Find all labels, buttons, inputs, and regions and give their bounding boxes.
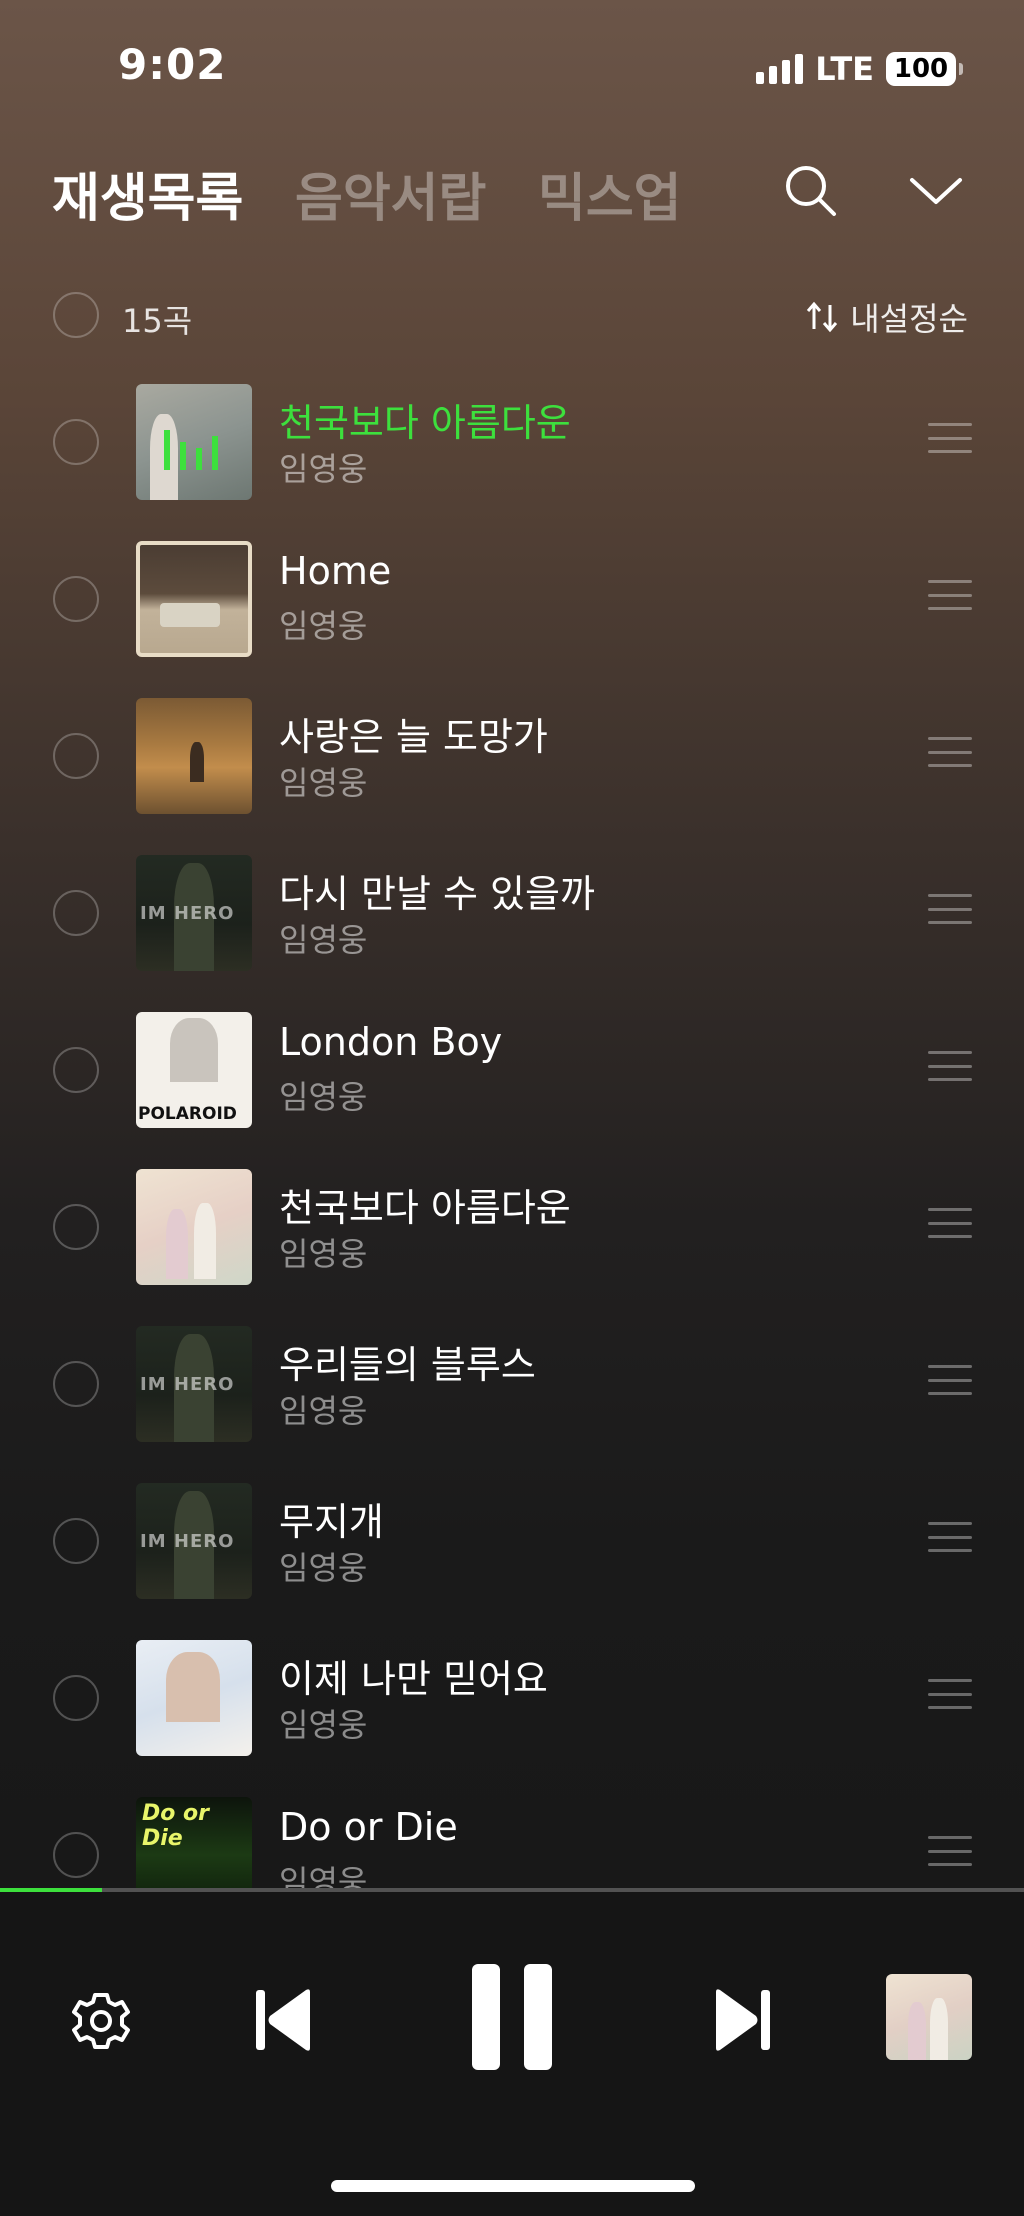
album-art: IM HERO [136,855,252,971]
track-title: 이제 나만 믿어요 [279,1657,548,1701]
drag-handle-icon[interactable] [928,1522,972,1552]
track-count: 15곡 [122,302,193,340]
signal-icon [756,54,804,84]
album-art [136,1169,252,1285]
tab-playlist[interactable]: 재생목록 [52,156,243,231]
battery-icon: 100 [886,52,963,86]
equalizer-icon [164,430,218,470]
track-checkbox[interactable] [53,1518,99,1564]
track-title: 사랑은 늘 도망가 [279,715,548,759]
track-artist: 임영웅 [279,450,368,488]
now-playing-album-art[interactable] [886,1974,972,2060]
battery-level: 100 [893,54,949,84]
track-title: 천국보다 아름다운 [279,1186,571,1230]
track-artist: 임영웅 [279,921,368,959]
drag-handle-icon[interactable] [928,1679,972,1709]
track-artist: 임영웅 [279,1392,368,1430]
tab-mixup[interactable]: 믹스업 [538,156,682,231]
list-item[interactable]: 이제 나만 믿어요 임영웅 [0,1634,1024,1791]
track-checkbox[interactable] [53,576,99,622]
list-item[interactable]: IM HERO 무지개 임영웅 [0,1477,1024,1634]
list-item[interactable]: Home 임영웅 [0,535,1024,692]
track-artist: 임영웅 [279,1863,368,1888]
status-bar: 9:02 LTE 100 [0,0,1024,130]
drag-handle-icon[interactable] [928,423,972,453]
status-indicators: LTE 100 [756,50,963,88]
header: 재생목록 음악서랍 믹스업 [0,150,1024,230]
track-artist: 임영웅 [279,764,368,802]
list-item[interactable]: 천국보다 아름다운 임영웅 [0,378,1024,535]
track-checkbox[interactable] [53,733,99,779]
album-art-text: IM HERO [140,1374,235,1395]
track-title: Home [279,549,392,593]
album-art-text: POLAROID [138,1104,237,1124]
sort-button[interactable]: 내설정순 [804,294,968,340]
track-title: London Boy [279,1020,503,1064]
list-item[interactable]: 천국보다 아름다운 임영웅 [0,1163,1024,1320]
list-meta-row: 15곡 내설정순 [0,286,1024,346]
album-art: IM HERO [136,1483,252,1599]
drag-handle-icon[interactable] [928,1365,972,1395]
list-item[interactable]: Do or Die Do or Die 임영웅 [0,1791,1024,1888]
track-checkbox[interactable] [53,1361,99,1407]
track-checkbox[interactable] [53,1675,99,1721]
sort-icon [807,301,838,333]
list-item[interactable]: IM HERO 우리들의 블루스 임영웅 [0,1320,1024,1477]
track-title: 다시 만날 수 있을까 [279,872,595,916]
track-artist: 임영웅 [279,1235,368,1273]
select-all-checkbox[interactable] [53,292,99,338]
track-title: 천국보다 아름다운 [279,401,571,445]
drag-handle-icon[interactable] [928,894,972,924]
home-indicator[interactable] [331,2180,695,2192]
track-artist: 임영웅 [279,1706,368,1744]
status-time: 9:02 [118,40,227,89]
track-list[interactable]: 천국보다 아름다운 임영웅 Home 임영웅 사랑은 늘 도망가 임영웅 IM … [0,378,1024,1888]
player-bar [0,1892,1024,2216]
list-item[interactable]: 사랑은 늘 도망가 임영웅 [0,692,1024,849]
network-label: LTE [815,50,874,88]
sort-label: 내설정순 [850,300,968,338]
track-checkbox[interactable] [53,419,99,465]
drag-handle-icon[interactable] [928,580,972,610]
track-checkbox[interactable] [53,1047,99,1093]
chevron-down-icon[interactable] [906,160,966,220]
drag-handle-icon[interactable] [928,1051,972,1081]
drag-handle-icon[interactable] [928,737,972,767]
track-artist: 임영웅 [279,1078,368,1116]
drag-handle-icon[interactable] [928,1836,972,1866]
next-icon[interactable] [710,1982,774,2058]
album-art-text: IM HERO [140,1531,235,1552]
track-checkbox[interactable] [53,1832,99,1878]
tab-music-drawer[interactable]: 음악서랍 [295,156,486,231]
previous-icon[interactable] [252,1982,316,2058]
track-title: 무지개 [279,1500,384,1544]
album-art [136,1640,252,1756]
track-artist: 임영웅 [279,1549,368,1587]
track-checkbox[interactable] [53,1204,99,1250]
album-art-text: IM HERO [140,903,235,924]
album-art [136,541,252,657]
settings-icon[interactable] [66,1986,136,2056]
album-art: POLAROID [136,1012,252,1128]
track-artist: 임영웅 [279,607,368,645]
track-title: 우리들의 블루스 [279,1343,536,1387]
list-item[interactable]: IM HERO 다시 만날 수 있을까 임영웅 [0,849,1024,1006]
album-art [136,698,252,814]
list-item[interactable]: POLAROID London Boy 임영웅 [0,1006,1024,1163]
track-title: Do or Die [279,1805,458,1849]
pause-icon[interactable] [470,1962,554,2072]
album-art: IM HERO [136,1326,252,1442]
album-art-text: Do or Die [142,1801,209,1851]
drag-handle-icon[interactable] [928,1208,972,1238]
album-art: Do or Die [136,1797,252,1888]
search-icon[interactable] [780,160,840,220]
track-checkbox[interactable] [53,890,99,936]
album-art [136,384,252,500]
